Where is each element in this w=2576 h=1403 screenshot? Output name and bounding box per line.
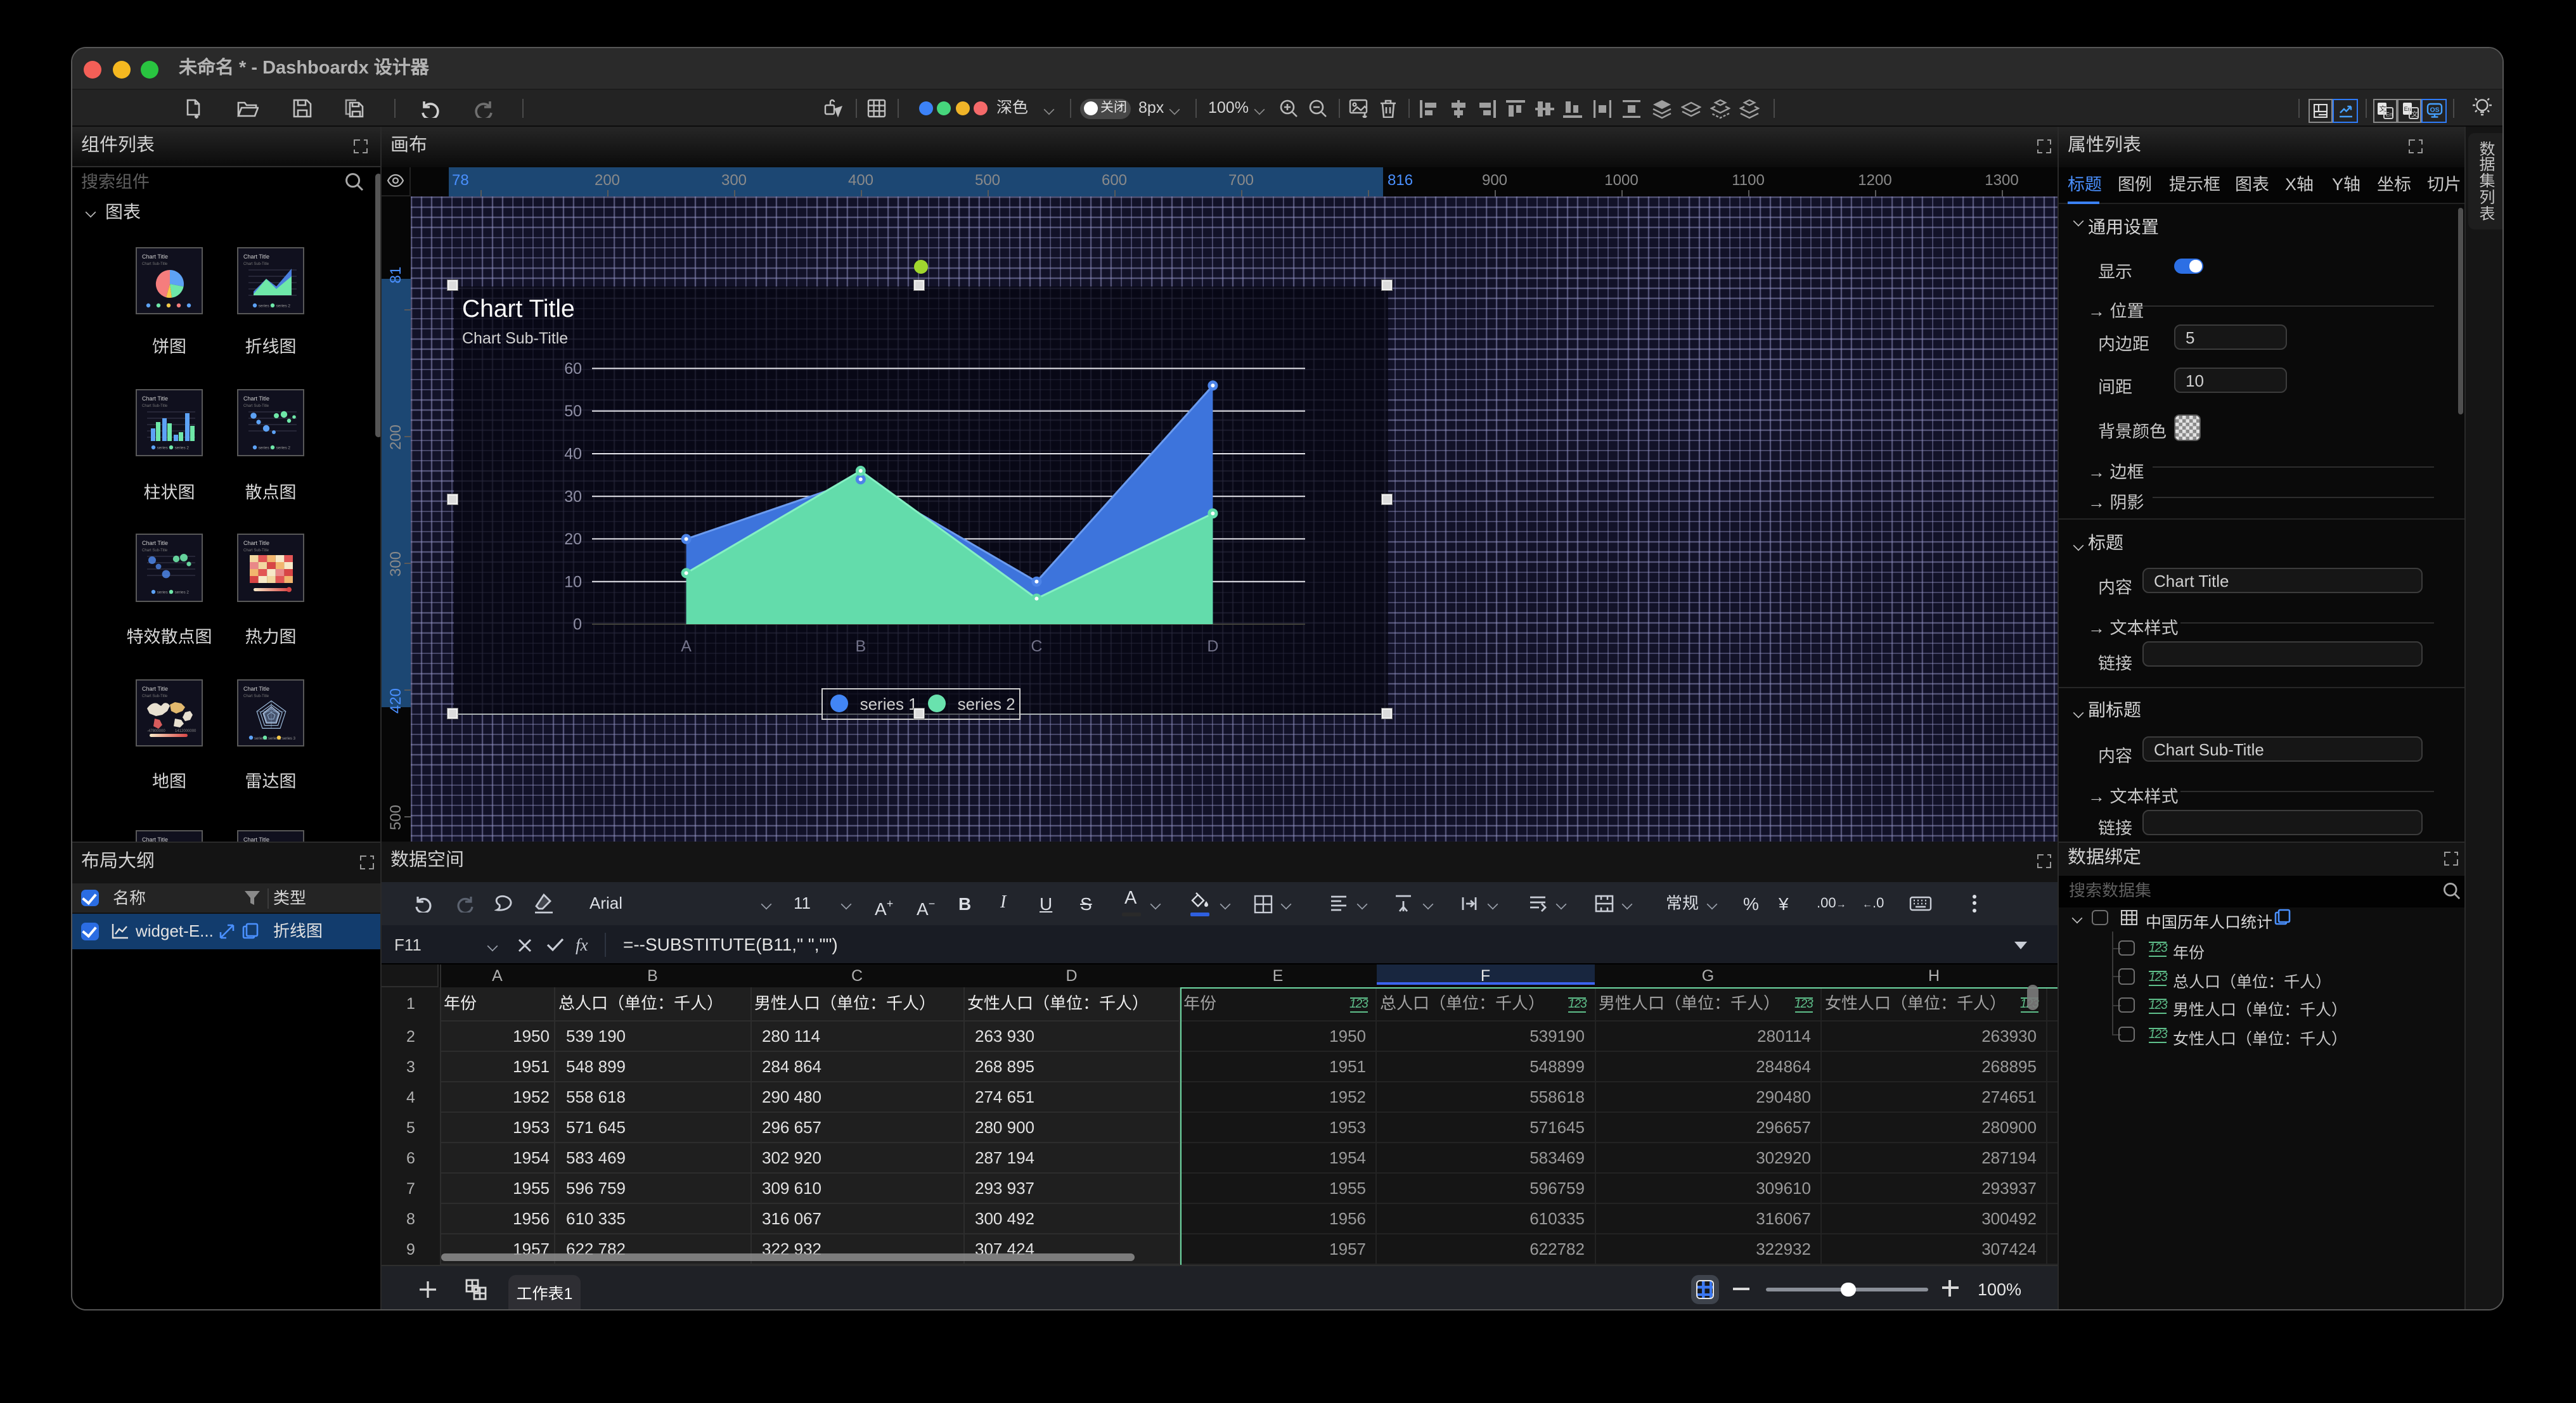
- svg-text:60: 60: [564, 359, 581, 377]
- svg-text:Chart Sub-Title: Chart Sub-Title: [243, 262, 269, 266]
- svg-text:Chart Title: Chart Title: [141, 836, 167, 841]
- svg-text:Chart Title: Chart Title: [243, 540, 269, 546]
- svg-text:B: B: [854, 637, 865, 655]
- svg-text:En: En: [2386, 111, 2393, 117]
- svg-text:C: C: [1030, 637, 1041, 655]
- svg-text:Chart Sub-Title: Chart Sub-Title: [243, 694, 269, 698]
- svg-text:1412000000: 1412000000: [174, 729, 196, 733]
- svg-text:series 3: series 3: [281, 736, 295, 740]
- svg-text:Chart Title: Chart Title: [243, 253, 269, 259]
- svg-text:Chart Title: Chart Title: [141, 253, 167, 259]
- svg-text:Chart Sub-Title: Chart Sub-Title: [141, 549, 167, 553]
- svg-text:series 2: series 2: [174, 445, 189, 450]
- svg-text:series 2: series 2: [276, 445, 290, 450]
- svg-text:10: 10: [564, 572, 581, 590]
- svg-text:Chart Sub-Title: Chart Sub-Title: [141, 262, 167, 266]
- svg-text:D: D: [1206, 637, 1218, 655]
- svg-text:-47800000: -47800000: [146, 729, 165, 733]
- svg-text:40: 40: [564, 445, 581, 463]
- svg-text:Chart Title: Chart Title: [243, 685, 269, 691]
- svg-text:series 2: series 2: [276, 304, 290, 308]
- svg-text:En: En: [2404, 105, 2411, 112]
- svg-text:0: 0: [572, 615, 581, 633]
- svg-text:OS: OS: [2430, 106, 2440, 113]
- svg-text:文: 文: [2411, 110, 2418, 118]
- svg-text:A: A: [680, 637, 691, 655]
- svg-text:Chart Title: Chart Title: [243, 395, 269, 401]
- svg-text:Chart Sub-Title: Chart Sub-Title: [243, 549, 269, 553]
- svg-text:series 2: series 2: [174, 591, 189, 595]
- svg-text:Chart Title: Chart Title: [141, 395, 167, 401]
- svg-text:Chart Title: Chart Title: [141, 540, 167, 546]
- svg-text:20: 20: [564, 530, 581, 548]
- svg-text:Chart Title: Chart Title: [243, 836, 269, 841]
- svg-text:30: 30: [564, 487, 581, 505]
- svg-text:50: 50: [564, 402, 581, 420]
- svg-text:Chart Sub-Title: Chart Sub-Title: [141, 694, 167, 698]
- svg-text:Chart Title: Chart Title: [141, 685, 167, 691]
- svg-text:Chart Sub-Title: Chart Sub-Title: [243, 404, 269, 407]
- svg-text:Chart Sub-Title: Chart Sub-Title: [141, 404, 167, 407]
